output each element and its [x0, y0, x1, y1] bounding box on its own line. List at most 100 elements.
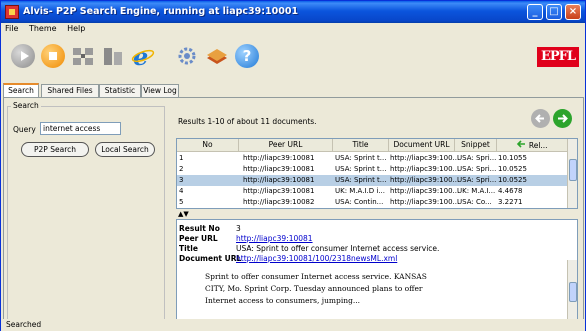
help-icon[interactable]: ? [235, 44, 259, 68]
peer-url-label: Peer URL [179, 234, 218, 243]
menu-theme[interactable]: Theme [25, 23, 61, 34]
cell-title: UK: M.A.I.D i... [335, 187, 385, 195]
cell-snippet: USA: Spri... [457, 154, 497, 162]
detail-scrollbar[interactable] [567, 260, 577, 320]
results-table: No Peer URL Title Document URL Snippet R… [176, 138, 578, 209]
window-title: Alvis- P2P Search Engine, running at lia… [23, 6, 299, 17]
browser-icon[interactable]: e [131, 42, 155, 71]
minimize-button[interactable]: _ [527, 4, 543, 20]
forward-nav-icon[interactable] [553, 109, 572, 128]
column-header-relevance[interactable]: Rel... [497, 139, 568, 152]
snippet-text-area[interactable]: Sprint to offer consumer Internet access… [185, 271, 565, 320]
local-search-button[interactable]: Local Search [95, 142, 155, 157]
results-scroll-thumb[interactable] [569, 159, 577, 181]
collapse-arrows-icon[interactable]: ▲▼ [178, 210, 189, 218]
title-value: USA: Sprint to offer consumer Internet a… [236, 244, 440, 253]
table-row[interactable]: 2 http://liapc39:10081 USA: Sprint t... … [177, 164, 568, 175]
column-header-relevance-label: Rel... [528, 141, 548, 150]
cell-relevance: 10.1055 [498, 154, 527, 162]
cell-document-url: http://liapc39:100... [390, 198, 460, 206]
cell-title: USA: Contin... [335, 198, 384, 206]
cell-relevance: 10.0525 [498, 165, 527, 173]
snippet-line: Sprint to offer consumer Internet access… [205, 272, 427, 281]
server-icon[interactable] [101, 44, 125, 68]
cell-peer-url: http://liapc39:10081 [243, 187, 315, 195]
title-label: Title [179, 244, 198, 253]
cell-document-url: http://liapc39:100... [390, 165, 460, 173]
play-glyph-icon [21, 51, 29, 61]
title-bar[interactable]: Alvis- P2P Search Engine, running at lia… [1, 1, 585, 23]
sort-arrow-icon [517, 140, 526, 148]
query-input[interactable]: internet access [40, 122, 121, 135]
snippet-line: CITY, Mo. Sprint Corp. Tuesday announced… [205, 284, 423, 293]
tab-view-log[interactable]: View Log [141, 84, 179, 97]
table-row-selected[interactable]: 3 http://liapc39:10081 USA: Sprint t... … [177, 175, 568, 186]
cell-peer-url: http://liapc39:10081 [243, 154, 315, 162]
cell-document-url: http://liapc39:100... [390, 187, 460, 195]
cell-title: USA: Sprint t... [335, 165, 387, 173]
cell-document-url: http://liapc39:100... [390, 154, 460, 162]
results-summary: Results 1-10 of about 11 documents. [178, 117, 317, 126]
column-header-snippet[interactable]: Snippet [455, 139, 497, 152]
split-pane-divider[interactable]: ▲▼ [176, 209, 578, 219]
books-icon[interactable] [205, 44, 229, 68]
cell-relevance: 10.0525 [498, 176, 527, 184]
cell-snippet: UK: M.A.I... [457, 187, 496, 195]
app-icon [5, 5, 19, 19]
query-label: Query [13, 125, 36, 134]
arrow-right-icon [558, 114, 568, 123]
stop-icon[interactable] [41, 44, 65, 68]
p2p-search-button[interactable]: P2P Search [21, 142, 89, 157]
toolbar: e ? EPFL [1, 37, 585, 77]
table-row[interactable]: 1 http://liapc39:10081 USA: Sprint t... … [177, 153, 568, 164]
tab-shared-files[interactable]: Shared Files [41, 84, 99, 97]
document-url-link[interactable]: http://liapc39:10081/100/2318newsML.xml [236, 254, 397, 263]
play-icon[interactable] [11, 44, 35, 68]
tab-statistic[interactable]: Statistic [99, 84, 141, 97]
results-scrollbar[interactable] [567, 139, 577, 208]
cell-relevance: 4.4678 [498, 187, 523, 195]
status-bar: Searched [1, 319, 585, 331]
cell-no: 4 [179, 187, 184, 195]
network-glyph-icon [73, 48, 93, 65]
search-group [7, 106, 165, 324]
arrow-left-icon [535, 114, 544, 123]
gear-icon [178, 47, 196, 65]
network-icon[interactable] [71, 44, 95, 68]
cell-peer-url: http://liapc39:10082 [243, 198, 315, 206]
result-no-value: 3 [236, 224, 241, 233]
peer-url-link[interactable]: http://liapc39:10081 [236, 234, 313, 243]
menu-bar: File Theme Help [1, 23, 585, 37]
cell-title: USA: Sprint t... [335, 176, 387, 184]
result-detail-panel: Result No 3 Peer URL http://liapc39:1008… [176, 219, 578, 321]
table-row[interactable]: 5 http://liapc39:10082 USA: Contin... ht… [177, 197, 568, 208]
tab-search[interactable]: Search [3, 83, 39, 98]
application-window: Alvis- P2P Search Engine, running at lia… [0, 0, 586, 331]
maximize-button[interactable]: □ [546, 4, 562, 20]
cell-no: 5 [179, 198, 184, 206]
close-button[interactable]: × [565, 4, 581, 20]
snippet-line: Internet access to consumers, jumping... [205, 296, 361, 305]
table-row[interactable]: 4 http://liapc39:10081 UK: M.A.I.D i... … [177, 186, 568, 197]
settings-icon[interactable] [175, 44, 199, 68]
column-header-document-url[interactable]: Document URL [389, 139, 455, 152]
epfl-logo: EPFL [537, 47, 579, 67]
column-header-title[interactable]: Title [333, 139, 389, 152]
result-no-label: Result No [179, 224, 220, 233]
menu-help[interactable]: Help [63, 23, 89, 34]
browser-glyph-icon: e [131, 42, 155, 71]
cell-no: 1 [179, 154, 184, 162]
cell-document-url: http://liapc39:100... [390, 176, 460, 184]
cell-no: 2 [179, 165, 184, 173]
column-header-peer-url[interactable]: Peer URL [239, 139, 333, 152]
search-group-label: Search [11, 101, 41, 110]
back-nav-icon[interactable] [531, 109, 550, 128]
detail-scroll-thumb[interactable] [569, 282, 577, 302]
document-url-label: Document URL [179, 254, 242, 263]
menu-file[interactable]: File [1, 23, 22, 34]
cell-title: USA: Sprint t... [335, 154, 387, 162]
cell-peer-url: http://liapc39:10081 [243, 165, 315, 173]
cell-relevance: 3.2271 [498, 198, 523, 206]
column-header-no[interactable]: No [177, 139, 239, 152]
cell-snippet: USA: Co... [457, 198, 492, 206]
